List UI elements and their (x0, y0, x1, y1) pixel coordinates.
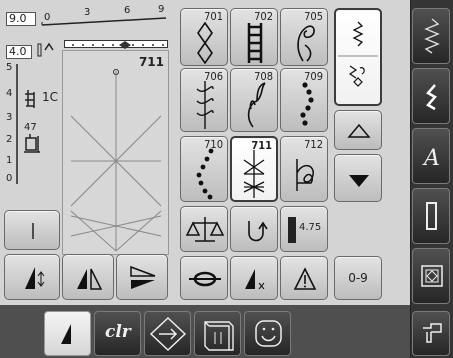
stitch-width-display: 9.0 (6, 12, 36, 26)
width-tick-label: 3 (84, 7, 91, 18)
width-tick-label: 6 (124, 5, 131, 16)
stitch-length-icon (61, 324, 71, 344)
needle-icon (35, 42, 59, 60)
width-ruler: 0 3 6 9 (38, 2, 168, 28)
length-tick-label: 1 (6, 155, 13, 166)
pattern-repeat-button[interactable] (230, 206, 278, 252)
scale-balance-icon (185, 217, 225, 242)
width-slider[interactable] (64, 40, 168, 49)
star-stitch-preview-icon (70, 69, 162, 252)
stitch-tile-710[interactable]: 710 (180, 136, 228, 202)
presser-foot-label: 1C (42, 90, 59, 104)
stitch-tile-702[interactable]: 702 (230, 8, 278, 66)
stitch-length-mode-button[interactable] (44, 311, 91, 356)
combination-diamond-icon (149, 316, 187, 352)
smiley-face-icon (255, 320, 282, 347)
width-tick-label: 9 (158, 4, 165, 15)
u-turn-arrow-icon (248, 221, 268, 242)
zigzag-icon (424, 18, 440, 54)
length-tick-label: 5 (6, 62, 13, 73)
feed-dog-indicator[interactable]: 47 (22, 122, 62, 153)
pattern-reverse-button[interactable] (4, 254, 60, 300)
presser-foot-indicator[interactable]: 1C (22, 86, 62, 112)
svg-text:A: A (422, 146, 440, 171)
length-tick-label: 4 (6, 88, 13, 99)
scroll-down-button[interactable] (334, 154, 382, 202)
security-program-button[interactable] (280, 256, 328, 300)
practical-stitches-button[interactable] (412, 8, 450, 64)
length-tick-label: 3 (6, 112, 13, 123)
numeric-entry-button[interactable]: 0-9 (334, 256, 382, 300)
width-tick-label: 0 (44, 12, 51, 23)
length-tick-label: 0 (6, 173, 13, 184)
long-stitch-button[interactable] (180, 256, 228, 300)
decorative-stitch-icon (426, 84, 437, 111)
setup-tools-icon (423, 323, 442, 343)
scroll-up-button[interactable] (334, 110, 382, 150)
stitch-tile-706[interactable]: 706 (180, 68, 228, 132)
balance-value-button[interactable]: 4.75 (280, 206, 328, 252)
stitch-length-display: 4.0 (6, 45, 32, 59)
clear-label: clr (105, 322, 131, 342)
decorative-sub-icon (348, 65, 365, 87)
setup-program-button[interactable] (412, 311, 450, 356)
quilt-square-icon (421, 265, 443, 287)
mirror-horizontal-button[interactable] (116, 254, 168, 300)
stitch-tile-701[interactable]: 701 (180, 8, 228, 66)
balance-button[interactable] (180, 206, 228, 252)
arrow-down-icon (349, 175, 369, 187)
stitch-tile-708[interactable]: 708 (230, 68, 278, 132)
creative-consultant-button[interactable] (244, 311, 291, 356)
book-icon (204, 321, 234, 351)
thread-loop-icon (189, 271, 221, 287)
stitch-type-panel[interactable] (334, 8, 382, 106)
balance-value-label: 4.75 (299, 222, 322, 233)
stitch-tile-711[interactable]: 711 (230, 136, 278, 202)
buttonhole-icon (426, 202, 437, 230)
stitch-tile-712[interactable]: 712 (280, 136, 328, 202)
preview-stitch-number: 711 (138, 55, 164, 69)
alphabets-button[interactable]: A (412, 128, 450, 184)
length-tick-label: 2 (6, 134, 13, 145)
quilt-stitches-button[interactable] (412, 248, 450, 304)
stitch-multiply-button[interactable] (230, 256, 278, 300)
buttonholes-button[interactable] (412, 188, 450, 244)
combination-mode-button[interactable] (144, 311, 191, 356)
mirror-image-button[interactable] (62, 254, 114, 300)
alphabet-icon: A (422, 146, 440, 171)
arrow-up-icon (347, 123, 371, 138)
warning-triangle-icon (293, 267, 317, 290)
stitch-count-x-icon (245, 269, 265, 290)
clear-button[interactable]: clr (94, 311, 141, 356)
decorative-stitches-button[interactable] (412, 68, 450, 124)
length-ruler: 5 4 3 2 1 0 (6, 62, 20, 187)
stitch-tile-705[interactable]: 705 (280, 8, 328, 66)
tutorial-button[interactable] (194, 311, 241, 356)
stitch-preview: 711 (62, 50, 169, 255)
stitch-tile-709[interactable]: 709 (280, 68, 328, 132)
balance-meter-icon (288, 217, 296, 243)
needle-position-button[interactable] (4, 210, 60, 250)
